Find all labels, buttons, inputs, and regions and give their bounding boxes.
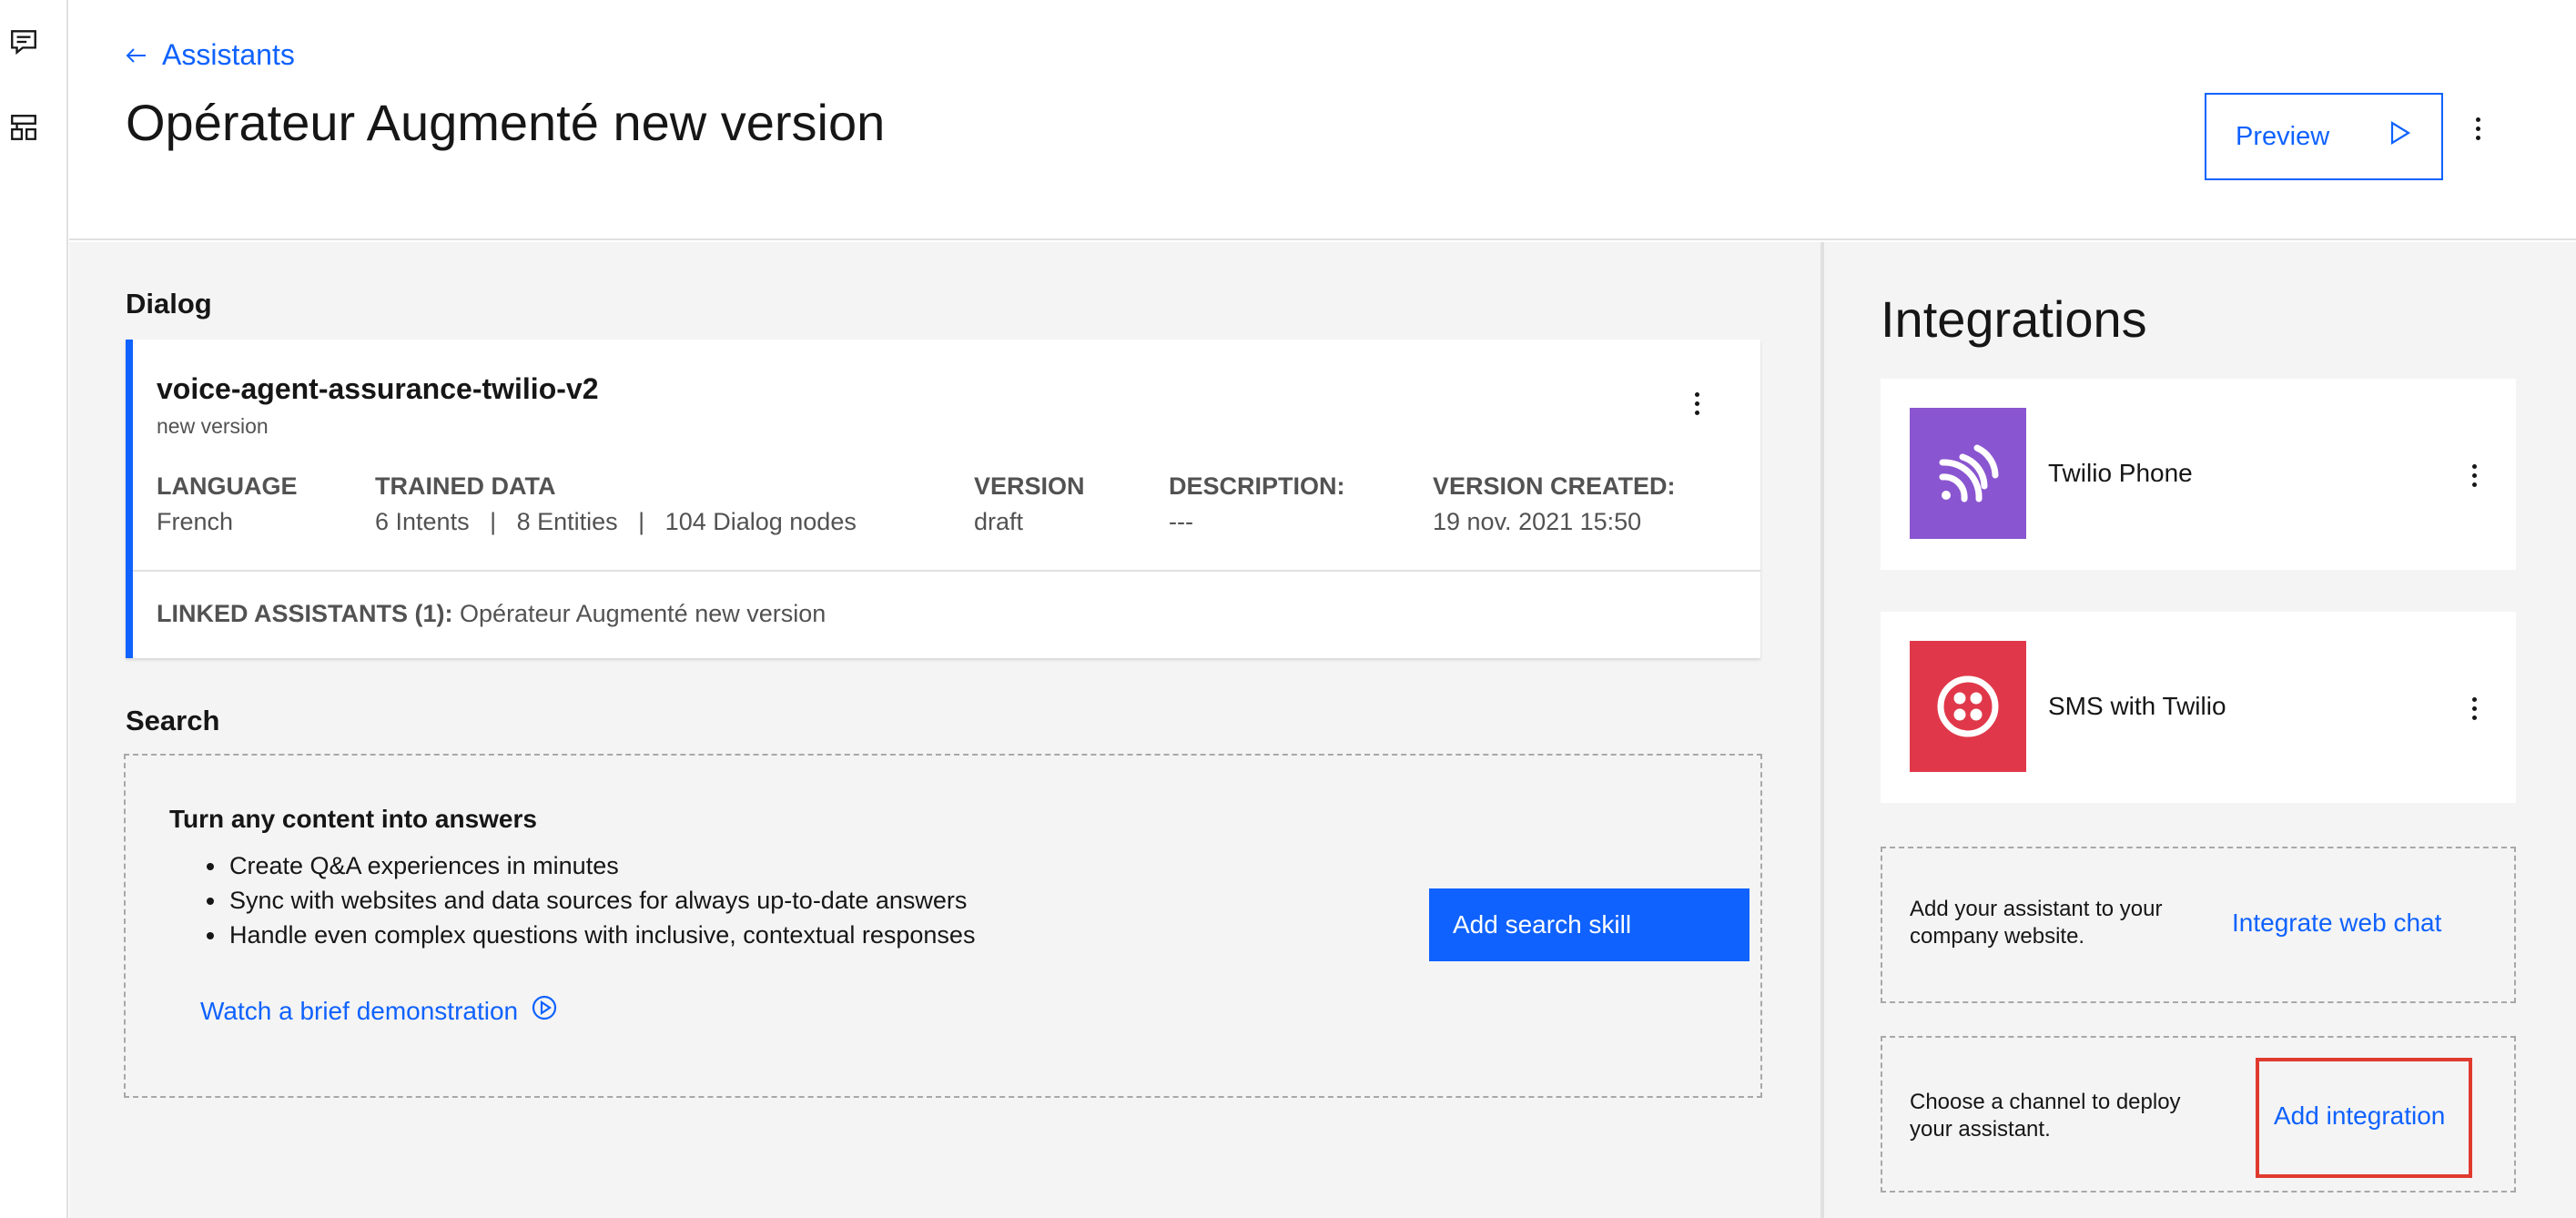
integration-label: SMS with Twilio — [2048, 692, 2226, 720]
meta-description: DESCRIPTION: --- — [1169, 472, 1345, 536]
meta-description-value: --- — [1169, 508, 1193, 535]
chat-icon[interactable] — [7, 25, 40, 58]
back-to-assistants-link[interactable]: Assistants — [126, 38, 295, 72]
overflow-menu-icon[interactable] — [2459, 110, 2496, 147]
meta-version-label: VERSION — [974, 472, 1085, 500]
play-icon — [2388, 120, 2412, 153]
linked-assistants-value: Opérateur Augmenté new version — [460, 600, 827, 627]
list-item: Create Q&A experiences in minutes — [228, 848, 975, 883]
integration-overflow-menu-icon[interactable] — [2456, 457, 2492, 493]
web-chat-card: Add your assistant to your company websi… — [1881, 847, 2516, 1003]
linked-assistants-label: LINKED ASSISTANTS (1): — [157, 600, 453, 627]
page-header: Assistants Opérateur Augmenté new versio… — [69, 0, 2576, 240]
meta-created-label: VERSION CREATED: — [1433, 472, 1676, 500]
left-nav-rail — [0, 0, 68, 1218]
dialog-skill-card[interactable]: voice-agent-assurance-twilio-v2 new vers… — [126, 340, 1760, 658]
add-integration-text: Choose a channel to deploy your assistan… — [1910, 1090, 2181, 1142]
integration-card-sms-twilio[interactable]: SMS with Twilio — [1881, 612, 2516, 803]
integration-overflow-menu-icon[interactable] — [2456, 690, 2492, 726]
meta-language-value: French — [157, 508, 234, 535]
meta-trained-label: TRAINED DATA — [375, 472, 556, 500]
meta-created-value: 19 nov. 2021 15:50 — [1433, 508, 1642, 535]
add-search-skill-button[interactable]: Add search skill — [1429, 888, 1749, 961]
preview-button-label: Preview — [2236, 121, 2330, 151]
meta-language: LANGUAGE French — [157, 472, 298, 536]
watch-demo-link[interactable]: Watch a brief demonstration — [200, 994, 558, 1028]
dialog-section-label: Dialog — [126, 288, 212, 320]
integration-label: Twilio Phone — [2048, 459, 2193, 487]
phone-signal-icon — [1910, 408, 2026, 539]
integrations-title: Integrations — [1881, 290, 2147, 348]
integration-card-twilio-phone[interactable]: Twilio Phone — [1881, 379, 2516, 570]
watch-demo-label: Watch a brief demonstration — [200, 996, 519, 1025]
search-section-label: Search — [126, 705, 220, 736]
search-skill-placeholder: Turn any content into answers Create Q&A… — [124, 754, 1762, 1098]
highlight-box — [2256, 1058, 2472, 1178]
skill-name: voice-agent-assurance-twilio-v2 — [157, 372, 599, 405]
twilio-logo-icon — [1910, 641, 2026, 772]
meta-trained-value: 6 Intents | 8 Entities | 104 Dialog node… — [375, 508, 857, 535]
card-divider — [133, 570, 1760, 572]
skills-icon[interactable] — [7, 111, 40, 144]
list-item: Handle even complex questions with inclu… — [228, 918, 975, 952]
meta-language-label: LANGUAGE — [157, 472, 298, 500]
linked-assistants: LINKED ASSISTANTS (1): Opérateur Augment… — [157, 600, 826, 628]
meta-version: VERSION draft — [974, 472, 1085, 536]
skill-overflow-menu-icon[interactable] — [1678, 385, 1715, 421]
web-chat-text: Add your assistant to your company websi… — [1910, 897, 2163, 949]
main-content: Dialog voice-agent-assurance-twilio-v2 n… — [69, 242, 1820, 1218]
meta-version-created: VERSION CREATED: 19 nov. 2021 15:50 — [1433, 472, 1676, 536]
search-title: Turn any content into answers — [169, 805, 537, 833]
back-link-label: Assistants — [162, 38, 295, 71]
preview-button[interactable]: Preview — [2205, 93, 2443, 180]
list-item: Sync with websites and data sources for … — [228, 883, 975, 918]
meta-trained-data: TRAINED DATA 6 Intents | 8 Entities | 10… — [375, 472, 857, 536]
search-benefits-list: Create Q&A experiences in minutes Sync w… — [228, 848, 975, 952]
integrate-web-chat-link[interactable]: Integrate web chat — [2232, 908, 2441, 938]
meta-description-label: DESCRIPTION: — [1169, 472, 1345, 500]
play-circle-icon — [531, 994, 558, 1028]
skill-subtitle: new version — [157, 414, 269, 438]
arrow-left-icon — [126, 38, 147, 72]
meta-version-value: draft — [974, 508, 1024, 535]
page-title: Opérateur Augmenté new version — [126, 94, 886, 151]
